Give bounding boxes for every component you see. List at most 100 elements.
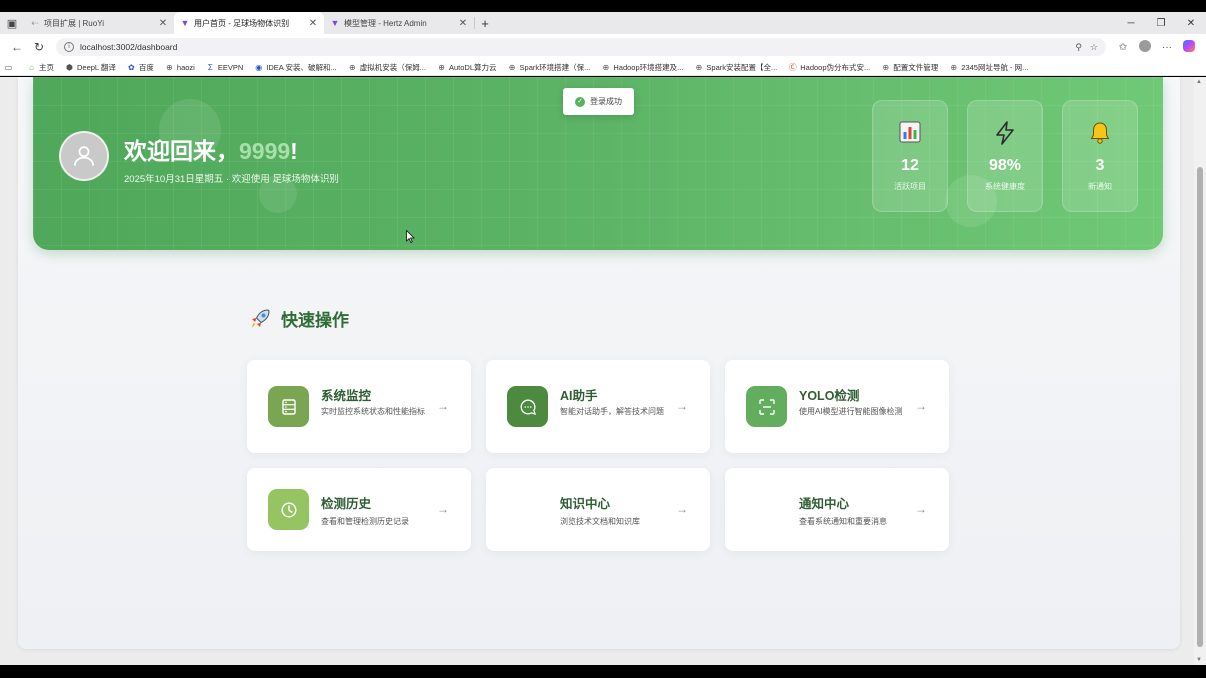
quick-card-detect-history[interactable]: 检测历史 查看和管理检测历史记录 → xyxy=(247,468,471,551)
tab-close-icon[interactable]: ✕ xyxy=(308,18,318,29)
star-icon[interactable]: ☆ xyxy=(1090,42,1098,53)
quick-card-desc: 实时监控系统状态和性能指标 xyxy=(321,407,425,416)
stat-card-health: 98% 系统健康度 xyxy=(967,100,1043,212)
bookmark-item[interactable]: ⊕ AutoDL算力云 xyxy=(437,62,496,73)
username: 9999 xyxy=(239,138,291,164)
browser-tab-ruoyi[interactable]: ⇠ 项目扩展 | RuoYi ✕ xyxy=(24,12,174,34)
screen-top-edge xyxy=(0,0,1206,12)
arrow-right-icon: → xyxy=(676,399,688,413)
refresh-icon[interactable]: ↻ xyxy=(28,40,50,54)
bookmark-item[interactable]: ✿ 百度 xyxy=(127,62,154,73)
home-icon: ⌂ xyxy=(29,63,34,72)
bookmark-item[interactable]: ⊕ Hadoop环境搭建及... xyxy=(601,62,684,73)
bookmark-toggle-icon[interactable]: ▭ xyxy=(4,63,16,72)
browser-tab-dashboard[interactable]: ▼ 用户首页 - 足球场物体识别 ✕ xyxy=(174,12,324,34)
idea-icon: ◉ xyxy=(255,63,263,72)
quick-card-title: 知识中心 xyxy=(560,497,611,511)
vite-favicon-icon: ▼ xyxy=(330,18,340,28)
stat-value: 12 xyxy=(901,157,919,174)
bookmark-item[interactable]: ⊕ 虚拟机安装（保姆... xyxy=(348,62,426,73)
tab-actions-icon[interactable]: ▣ xyxy=(0,12,24,34)
key-icon[interactable]: ⚲ xyxy=(1075,42,1082,53)
bookmark-item[interactable]: Ⓒ Hadoop伪分布式安... xyxy=(788,62,871,73)
chat-icon xyxy=(520,399,536,415)
paw-icon: ✿ xyxy=(128,63,135,72)
quick-card-desc: 查看系统通知和重要消息 xyxy=(799,517,887,526)
url-text: localhost:3002/dashboard xyxy=(80,42,178,52)
welcome-title: 欢迎回来，9999! xyxy=(124,138,298,164)
bookmark-item[interactable]: ⬢ DeepL 翻译 xyxy=(65,62,116,73)
tab-title: 模型管理 - Hertz Admin xyxy=(344,18,427,28)
sigma-icon: Σ xyxy=(207,63,213,72)
quick-card-title: 通知中心 xyxy=(799,497,850,511)
quick-card-ai-assistant[interactable]: AI助手 智能对话助手，解答技术问题 → xyxy=(486,360,710,453)
new-tab-plus-icon[interactable]: + xyxy=(475,12,495,34)
bookmark-item[interactable]: ⊕ 配置文件管理 xyxy=(881,62,938,73)
scroll-down-icon[interactable]: ▼ xyxy=(1196,657,1202,663)
page-scrollbar[interactable]: ▲ ▼ xyxy=(1194,77,1206,665)
quick-card-desc: 智能对话助手，解答技术问题 xyxy=(560,407,664,416)
site-info-icon[interactable]: i xyxy=(64,42,74,52)
login-success-toast: ✓ 登录成功 xyxy=(563,88,634,115)
quick-card-icon-box xyxy=(746,386,787,427)
tab-title: 项目扩展 | RuoYi xyxy=(44,18,105,28)
back-arrow-favicon-icon: ⇠ xyxy=(31,17,39,28)
check-circle-icon: ✓ xyxy=(575,96,585,107)
lightning-icon xyxy=(996,121,1014,145)
bookmark-item[interactable]: ⊕ 2345网址导航 - 网... xyxy=(949,62,1028,73)
bookmark-item[interactable]: ◉ IDEA 安装、破解和... xyxy=(254,62,336,73)
browser-tab-hertz[interactable]: ▼ 模型管理 - Hertz Admin ✕ xyxy=(324,12,474,34)
rocket-icon xyxy=(252,308,270,328)
stat-label: 活跃项目 xyxy=(894,182,926,191)
vite-favicon-icon: ▼ xyxy=(180,18,190,28)
arrow-right-icon: → xyxy=(915,399,927,413)
server-icon xyxy=(281,398,296,415)
bookmark-item[interactable]: ⊕ Spark安装配置【全... xyxy=(694,62,778,73)
globe-icon: ⊕ xyxy=(166,63,173,72)
restore-icon[interactable]: ❐ xyxy=(1146,12,1176,34)
close-window-icon[interactable]: ✕ xyxy=(1176,12,1206,34)
bookmark-item[interactable]: ⌂ 主页 xyxy=(27,62,54,73)
page-viewport: 欢迎回来，9999! 2025年10月31日星期五 · 欢迎使用 足球场物体识别… xyxy=(0,77,1206,665)
scrollbar-thumb[interactable] xyxy=(1197,167,1203,647)
bell-icon xyxy=(1090,122,1110,144)
quick-card-desc: 浏览技术文档和知识库 xyxy=(560,517,640,526)
bar-chart-icon xyxy=(899,121,921,143)
scan-icon xyxy=(758,398,775,415)
quick-card-yolo-detect[interactable]: YOLO检测 使用AI模型进行智能图像检测 → xyxy=(725,360,949,453)
avatar[interactable] xyxy=(59,131,109,181)
window-controls: ─ ❐ ✕ xyxy=(1116,12,1206,34)
user-icon xyxy=(73,146,95,166)
favorites-icon[interactable]: ✩ xyxy=(1112,42,1134,53)
tab-close-icon[interactable]: ✕ xyxy=(458,18,468,29)
bookmarks-bar: ▭ ⌂ 主页 ⬢ DeepL 翻译 ✿ 百度 ⊕ haozi Σ EEVPN ◉ IDEA … xyxy=(0,60,1206,76)
globe-icon: ⊕ xyxy=(348,63,356,72)
quick-card-knowledge-center[interactable]: 知识中心 浏览技术文档和知识库 → xyxy=(486,468,710,551)
bookmark-item[interactable]: Σ EEVPN xyxy=(206,63,243,72)
more-menu-icon[interactable]: ··· xyxy=(1156,42,1178,53)
deepl-icon: ⬢ xyxy=(66,63,73,72)
bookmark-item[interactable]: ⊕ Spark环境搭建（保... xyxy=(508,62,591,73)
quick-card-title: 系统监控 xyxy=(321,389,372,403)
tab-title: 用户首页 - 足球场物体识别 xyxy=(194,18,290,28)
globe-icon: ⊕ xyxy=(695,63,703,72)
globe-icon: ⊕ xyxy=(508,63,516,72)
url-input[interactable]: i localhost:3002/dashboard ⚲ ☆ xyxy=(56,38,1106,56)
minimize-icon[interactable]: ─ xyxy=(1116,12,1146,34)
stat-label: 新通知 xyxy=(1088,182,1112,191)
copilot-icon[interactable] xyxy=(1178,39,1200,55)
profile-avatar[interactable] xyxy=(1134,39,1156,55)
section-title-text: 快速操作 xyxy=(281,311,349,330)
back-arrow-icon[interactable]: ← xyxy=(6,40,28,54)
quick-card-notification-center[interactable]: 通知中心 查看系统通知和重要消息 → xyxy=(725,468,949,551)
address-bar-row: ← ↻ i localhost:3002/dashboard ⚲ ☆ ✩ ··· xyxy=(0,34,1206,60)
tab-close-icon[interactable]: ✕ xyxy=(158,18,168,29)
arrow-right-icon: → xyxy=(437,399,449,413)
quick-card-system-monitor[interactable]: 系统监控 实时监控系统状态和性能指标 → xyxy=(247,360,471,453)
globe-icon: ⊕ xyxy=(438,63,445,72)
arrow-right-icon: → xyxy=(676,502,688,516)
arrow-right-icon: → xyxy=(915,502,927,516)
scroll-up-icon[interactable]: ▲ xyxy=(1196,79,1202,85)
bookmark-item[interactable]: ⊕ haozi xyxy=(165,63,195,72)
browser-toolbar-right: ✩ ··· xyxy=(1112,39,1200,55)
